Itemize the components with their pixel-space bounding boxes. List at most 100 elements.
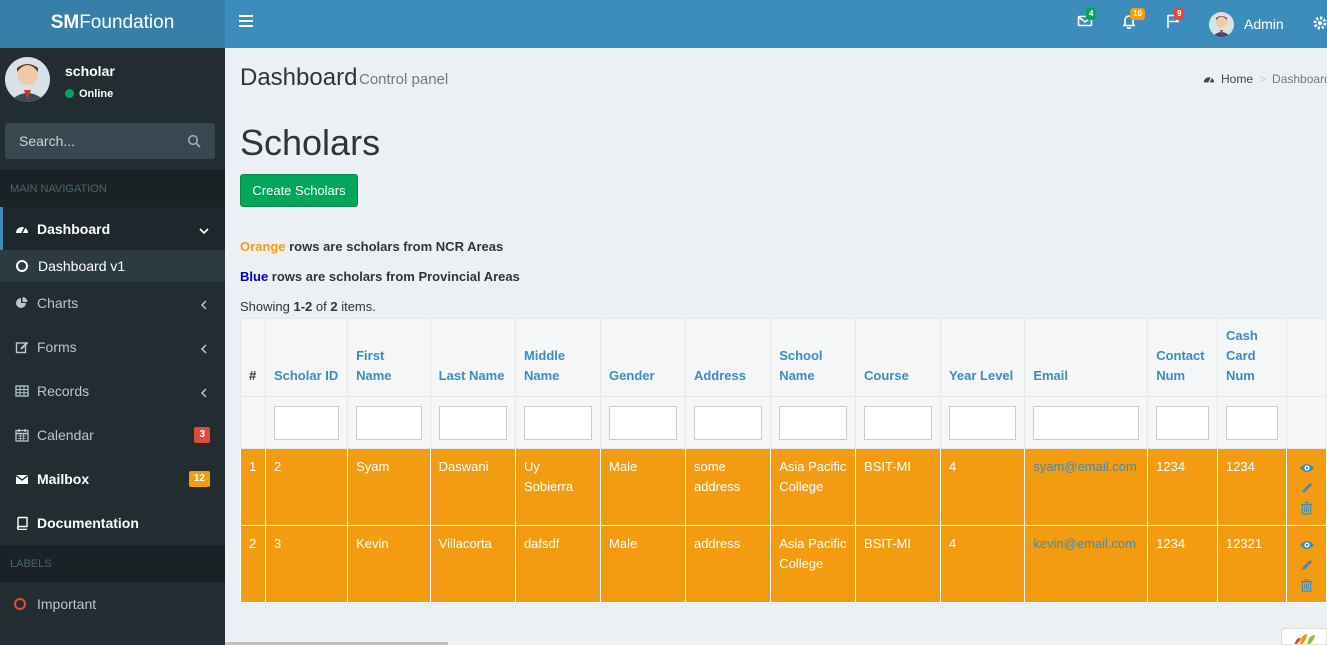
sidebar-search-input[interactable] xyxy=(5,123,175,159)
legend-orange-text: rows are scholars from NCR Areas xyxy=(285,239,504,254)
sidebar-item-dashboard[interactable]: Dashboard xyxy=(0,207,225,251)
edit-pencil-icon[interactable] xyxy=(1299,556,1315,573)
column-header-cash-card-num[interactable]: Cash Card Num xyxy=(1216,318,1288,397)
email-link[interactable]: kevin@email.com xyxy=(1033,536,1136,551)
sidebar-item-charts[interactable]: Charts xyxy=(0,281,225,325)
sidebar-item-records[interactable]: Records xyxy=(0,369,225,413)
sidebar-item-forms[interactable]: Forms xyxy=(0,325,225,369)
filter-address-input[interactable] xyxy=(693,405,763,440)
filter-contact-num-input[interactable] xyxy=(1156,405,1209,440)
sidebar-label-important[interactable]: Important xyxy=(0,582,225,626)
filter-last-name-input[interactable] xyxy=(438,405,507,440)
sidebar-item-label: Important xyxy=(37,596,97,612)
edit-pencil-icon[interactable] xyxy=(1299,479,1315,496)
column-header-course[interactable]: Course xyxy=(855,318,941,397)
sort-link-year-level[interactable]: Year Level xyxy=(949,368,1013,383)
column-header-actions xyxy=(1286,318,1327,397)
cell-number: 1 xyxy=(240,448,266,526)
calendar-badge: 3 xyxy=(194,427,210,443)
pie-chart-icon xyxy=(14,296,29,311)
cell-cash-card-num: 1234 xyxy=(1216,448,1288,526)
cell-year-level: 4 xyxy=(939,448,1026,526)
cell-school-name: Asia Pacific College xyxy=(770,525,857,603)
column-header-scholar-id[interactable]: Scholar ID xyxy=(264,318,349,397)
delete-trash-icon[interactable] xyxy=(1299,576,1315,593)
column-header-school-name[interactable]: School Name xyxy=(770,318,857,397)
filter-first-name-input[interactable] xyxy=(356,405,422,440)
tasks-badge: 9 xyxy=(1174,8,1185,20)
filter-cash-card-num-input[interactable] xyxy=(1225,405,1279,440)
sidebar-item-label: Dashboard xyxy=(37,221,111,237)
sort-link-last-name[interactable]: Last Name xyxy=(439,368,505,383)
column-header-email[interactable]: Email xyxy=(1024,318,1149,397)
cell-number: 2 xyxy=(240,525,266,603)
filter-cell xyxy=(429,396,516,449)
notifications-bell-icon[interactable]: 10 xyxy=(1121,8,1145,35)
column-header-gender[interactable]: Gender xyxy=(600,318,686,397)
cell-gender: Male xyxy=(600,448,686,526)
sort-link-middle-name[interactable]: Middle Name xyxy=(524,348,565,383)
filter-row xyxy=(240,396,1327,449)
scholars-table: # Scholar ID First Name Last Name Middle… xyxy=(240,318,1327,603)
corner-widget-logo[interactable] xyxy=(1281,628,1327,645)
sidebar-subitem-dashboard-v1[interactable]: Dashboard v1 xyxy=(0,250,225,282)
sidebar: scholar Online MAIN NAVIGATION Dashboard… xyxy=(0,48,225,645)
messages-badge: 4 xyxy=(1086,8,1097,20)
mailbox-badge: 12 xyxy=(188,471,210,487)
column-header-middle-name[interactable]: Middle Name xyxy=(514,318,602,397)
cell-address: some address xyxy=(684,448,772,526)
sidebar-search xyxy=(5,123,215,159)
delete-trash-icon[interactable] xyxy=(1299,499,1315,516)
cell-actions xyxy=(1286,525,1327,603)
sidebar-user-avatar xyxy=(5,57,50,102)
cell-actions xyxy=(1286,448,1327,526)
column-header-year-level[interactable]: Year Level xyxy=(939,318,1026,397)
create-scholars-button[interactable]: Create Scholars xyxy=(240,174,358,207)
summary-prefix: Showing xyxy=(240,299,294,314)
view-eye-icon[interactable] xyxy=(1299,536,1315,553)
column-header-number: # xyxy=(240,318,266,397)
sort-link-contact-num[interactable]: Contact Num xyxy=(1156,348,1204,383)
sidebar-item-documentation[interactable]: Documentation xyxy=(0,501,225,545)
sort-link-first-name[interactable]: First Name xyxy=(356,348,391,383)
sort-link-email[interactable]: Email xyxy=(1033,368,1068,383)
filter-cell-empty xyxy=(240,396,266,449)
tasks-flag-icon[interactable]: 9 xyxy=(1165,8,1187,35)
legend-blue-text: rows are scholars from Provincial Areas xyxy=(268,269,520,284)
brand-logo[interactable]: SMFoundation xyxy=(0,0,225,48)
sort-link-cash-card-num[interactable]: Cash Card Num xyxy=(1226,328,1258,383)
sidebar-item-calendar[interactable]: Calendar 3 xyxy=(0,413,225,457)
chevron-left-icon xyxy=(199,385,207,398)
sort-link-scholar-id[interactable]: Scholar ID xyxy=(274,368,338,383)
filter-gender-input[interactable] xyxy=(609,405,677,440)
user-menu[interactable]: Admin xyxy=(1209,0,1284,48)
filter-scholar-id-input[interactable] xyxy=(273,405,340,440)
sort-link-school-name[interactable]: School Name xyxy=(779,348,822,383)
cell-middle-name: Uy Sobierra xyxy=(514,448,602,526)
dashboard-icon xyxy=(1203,73,1215,85)
email-link[interactable]: syam@email.com xyxy=(1033,459,1137,474)
filter-middle-name-input[interactable] xyxy=(523,405,593,440)
filter-cell xyxy=(855,396,941,449)
sort-link-course[interactable]: Course xyxy=(864,368,909,383)
search-icon[interactable] xyxy=(187,134,201,148)
filter-school-name-input[interactable] xyxy=(779,405,848,440)
column-header-first-name[interactable]: First Name xyxy=(347,318,431,397)
summary-total: 2 xyxy=(330,299,338,314)
sort-link-address[interactable]: Address xyxy=(694,368,746,383)
cell-course: BSIT-MI xyxy=(855,448,941,526)
breadcrumb-home-link[interactable]: Home xyxy=(1221,72,1253,86)
sidebar-item-mailbox[interactable]: Mailbox 12 xyxy=(0,457,225,501)
column-header-address[interactable]: Address xyxy=(684,318,772,397)
sidebar-toggle-icon[interactable] xyxy=(239,15,253,29)
column-header-contact-num[interactable]: Contact Num xyxy=(1147,318,1218,397)
view-eye-icon[interactable] xyxy=(1299,459,1315,476)
settings-gear-icon[interactable] xyxy=(1312,15,1327,31)
column-header-last-name[interactable]: Last Name xyxy=(429,318,516,397)
filter-year-level-input[interactable] xyxy=(948,405,1017,440)
sort-link-gender[interactable]: Gender xyxy=(609,368,655,383)
messages-icon[interactable]: 4 xyxy=(1077,8,1099,35)
filter-course-input[interactable] xyxy=(864,405,932,440)
calendar-icon xyxy=(14,428,29,443)
filter-email-input[interactable] xyxy=(1033,405,1140,440)
